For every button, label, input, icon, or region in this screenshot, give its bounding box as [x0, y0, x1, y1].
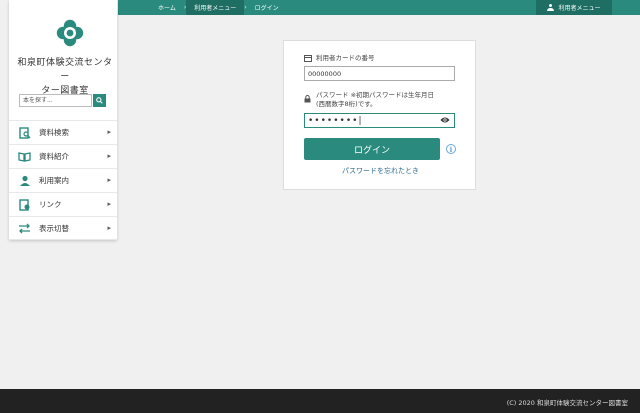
logo-icon[interactable] — [56, 19, 84, 47]
chevron-right-icon: ▸ — [107, 128, 111, 136]
card-icon — [304, 55, 312, 62]
open-book-icon — [18, 150, 31, 163]
sidebar-item-label: リンク — [39, 200, 62, 209]
breadcrumb-user-menu[interactable]: 利用者メニュー — [186, 0, 245, 15]
user-icon — [547, 4, 555, 11]
link-page-icon — [18, 198, 31, 211]
search-input[interactable] — [19, 94, 92, 107]
chevron-right-icon: ▸ — [107, 224, 111, 232]
person-icon — [18, 174, 31, 187]
card-number-input[interactable] — [304, 66, 455, 81]
copyright-text: (C) 2020 和泉町体験交流センター図書室 — [506, 399, 628, 407]
login-button[interactable]: ログイン — [304, 138, 440, 160]
info-icon[interactable]: i — [446, 144, 456, 154]
search-icon — [96, 97, 103, 104]
sidebar-item-label: 資料紹介 — [39, 152, 69, 161]
user-menu-label: 利用者メニュー — [558, 5, 601, 12]
chevron-right-icon: ▸ — [107, 152, 111, 160]
breadcrumb-home[interactable]: ホーム — [150, 0, 184, 15]
sidebar-item-introduction[interactable]: 資料紹介 ▸ — [9, 144, 117, 168]
card-number-label: 利用者カードの番号 — [316, 54, 375, 62]
sidebar-item-guide[interactable]: 利用案内 ▸ — [9, 168, 117, 192]
user-menu-button[interactable]: 利用者メニュー — [536, 0, 612, 15]
sidebar-item-search[interactable]: 資料検索 ▸ — [9, 120, 117, 144]
site-title-line1: 和泉町体験交流センター — [17, 58, 113, 82]
forgot-password-link[interactable]: パスワードを忘れたとき — [284, 166, 477, 176]
chevron-right-icon: ▸ — [107, 176, 111, 184]
sidebar-item-label: 利用案内 — [39, 176, 69, 185]
chevron-right-icon: ▸ — [107, 200, 111, 208]
lock-icon — [304, 95, 311, 103]
sidebar-item-label: 表示切替 — [39, 223, 69, 233]
sidebar-nav: 資料検索 ▸ 資料紹介 ▸ 利用案内 ▸ リンク ▸ 表示切替 ▸ — [9, 120, 117, 240]
sidebar-item-links[interactable]: リンク ▸ — [9, 192, 117, 216]
password-label-line1: パスワード ※初期パスワードは生年月日 — [316, 91, 435, 99]
breadcrumb: ホーム › 利用者メニュー › ログイン — [150, 0, 287, 15]
eye-icon[interactable] — [440, 116, 450, 124]
password-label-line2: (西暦数字8桁)です。 — [316, 100, 377, 108]
search-button[interactable] — [93, 94, 106, 107]
password-input[interactable] — [304, 113, 455, 128]
sidebar-item-label: 資料検索 — [39, 128, 69, 137]
login-card: 利用者カードの番号 パスワード ※初期パスワードは生年月日 (西暦数字8桁)です… — [283, 40, 476, 190]
sidebar-item-display-toggle[interactable]: 表示切替 ▸ — [9, 216, 117, 240]
book-search-icon — [18, 126, 31, 139]
breadcrumb-login: ログイン — [254, 5, 279, 12]
swap-arrows-icon — [18, 222, 31, 235]
footer: (C) 2020 和泉町体験交流センター図書室 — [0, 389, 640, 413]
site-title: 和泉町体験交流センター ター図書室 — [15, 56, 115, 98]
password-label: パスワード ※初期パスワードは生年月日 (西暦数字8桁)です。 — [316, 91, 434, 109]
